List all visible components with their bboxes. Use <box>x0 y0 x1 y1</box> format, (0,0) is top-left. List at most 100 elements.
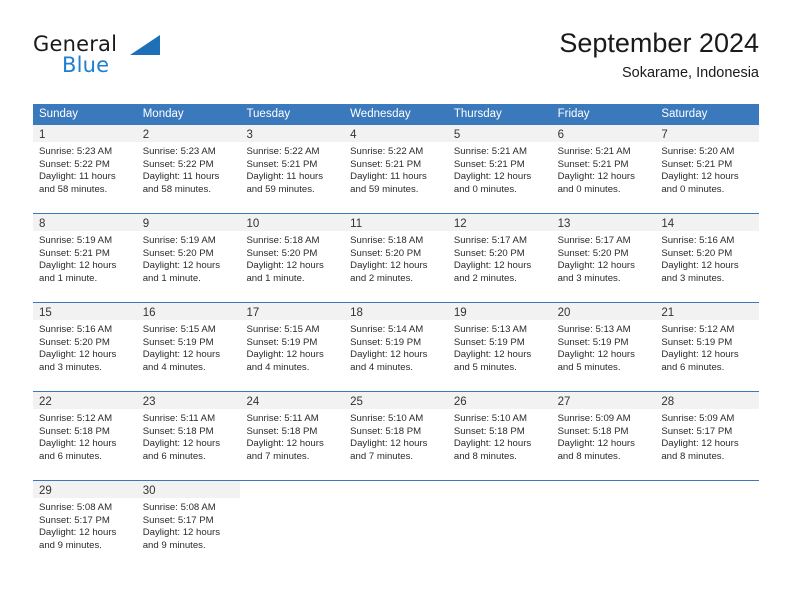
day-details: Sunrise: 5:14 AM Sunset: 5:19 PM Daylight:… <box>344 320 448 374</box>
sunrise-text: Sunrise: 5:21 AM <box>453 146 527 157</box>
daylight-text-line2: and 4 minutes. <box>142 361 206 373</box>
sunset-text: Sunset: 5:21 PM <box>246 158 318 170</box>
day-number: 10 <box>246 218 260 230</box>
day-number-bar <box>655 481 759 498</box>
day-number-bar: 18 <box>344 303 448 320</box>
logo-text-blue: Blue <box>62 53 110 77</box>
day-details: Sunrise: 5:15 AM Sunset: 5:19 PM Daylight:… <box>240 320 344 374</box>
calendar-day-cell[interactable]: 9 Sunrise: 5:19 AM Sunset: 5:20 PM Daylight… <box>136 214 241 302</box>
calendar-day-cell[interactable]: 25 Sunrise: 5:10 AM Sunset: 5:18 PM Dayligh… <box>344 392 448 480</box>
calendar-day-cell[interactable]: 10 Sunrise: 5:18 AM Sunset: 5:20 PM Dayligh… <box>240 214 345 302</box>
day-number: 27 <box>557 396 571 408</box>
calendar-day-cell[interactable]: 30 Sunrise: 5:08 AM Sunset: 5:17 PM Dayligh… <box>136 481 241 569</box>
calendar-day-cell[interactable]: 24 Sunrise: 5:11 AM Sunset: 5:18 PM Dayligh… <box>240 392 345 480</box>
daylight-text-line1: Daylight: 12 hours <box>39 438 117 450</box>
day-number-bar: 21 <box>655 303 760 320</box>
calendar-day-cell[interactable]: 8 Sunrise: 5:19 AM Sunset: 5:21 PM Daylight… <box>33 214 137 302</box>
sunrise-text: Sunrise: 5:10 AM <box>453 413 527 424</box>
day-details: Sunrise: 5:19 AM Sunset: 5:21 PM Daylight:… <box>33 231 137 285</box>
daylight-text-line2: and 4 minutes. <box>350 361 414 373</box>
day-number: 21 <box>661 307 675 319</box>
calendar-day-cell[interactable]: 2 Sunrise: 5:23 AM Sunset: 5:22 PM Daylight… <box>136 125 241 213</box>
daylight-text-line1: Daylight: 12 hours <box>557 260 635 272</box>
sunrise-text: Sunrise: 5:18 AM <box>246 235 320 246</box>
calendar-day-cell[interactable]: 22 Sunrise: 5:12 AM Sunset: 5:18 PM Dayligh… <box>33 392 137 480</box>
day-number-bar: 5 <box>447 125 552 142</box>
sunrise-text: Sunrise: 5:13 AM <box>557 324 631 335</box>
daylight-text-line2: and 2 minutes. <box>350 272 414 284</box>
calendar-day-cell[interactable]: 13 Sunrise: 5:17 AM Sunset: 5:20 PM Dayligh… <box>551 214 656 302</box>
daylight-text-line2: and 6 minutes. <box>39 450 102 462</box>
calendar-day-cell[interactable]: 5 Sunrise: 5:21 AM Sunset: 5:21 PM Daylight… <box>447 125 552 213</box>
daylight-text-line2: and 1 minute. <box>142 272 201 284</box>
day-number-bar <box>344 481 448 498</box>
weekday-header-friday: Friday <box>557 108 590 120</box>
daylight-text-line2: and 8 minutes. <box>661 450 725 462</box>
day-number: 11 <box>350 218 363 230</box>
calendar-day-cell[interactable]: 15 Sunrise: 5:16 AM Sunset: 5:20 PM Dayligh… <box>33 303 137 391</box>
calendar-day-cell[interactable]: 28 Sunrise: 5:09 AM Sunset: 5:17 PM Dayligh… <box>655 392 760 480</box>
day-details: Sunrise: 5:18 AM Sunset: 5:20 PM Daylight:… <box>344 231 448 285</box>
calendar-day-cell[interactable]: 23 Sunrise: 5:11 AM Sunset: 5:18 PM Dayligh… <box>136 392 241 480</box>
day-details: Sunrise: 5:16 AM Sunset: 5:20 PM Daylight:… <box>655 231 759 285</box>
sunset-text: Sunset: 5:17 PM <box>142 514 214 526</box>
sunset-text: Sunset: 5:18 PM <box>350 425 422 437</box>
calendar-empty-cell <box>551 481 656 569</box>
daylight-text-line1: Daylight: 12 hours <box>661 438 739 450</box>
calendar-day-cell[interactable]: 14 Sunrise: 5:16 AM Sunset: 5:20 PM Dayligh… <box>655 214 760 302</box>
calendar-empty-cell <box>655 481 760 569</box>
calendar-grid: Sunday Monday Tuesday Wednesday Thursday Frid… <box>33 104 760 569</box>
daylight-text-line1: Daylight: 11 hours <box>142 171 220 183</box>
daylight-text-line1: Daylight: 12 hours <box>39 260 117 272</box>
calendar-day-cell[interactable]: 3 Sunrise: 5:22 AM Sunset: 5:21 PM Daylight… <box>240 125 345 213</box>
day-number: 20 <box>557 307 571 319</box>
daylight-text-line2: and 3 minutes. <box>39 361 102 373</box>
day-details: Sunrise: 5:08 AM Sunset: 5:17 PM Daylight:… <box>137 498 241 552</box>
daylight-text-line1: Daylight: 12 hours <box>39 349 117 361</box>
calendar-day-cell[interactable]: 27 Sunrise: 5:09 AM Sunset: 5:18 PM Dayligh… <box>551 392 656 480</box>
daylight-text-line1: Daylight: 12 hours <box>142 438 221 450</box>
day-number: 17 <box>246 307 260 319</box>
daylight-text-line2: and 1 minute. <box>39 272 98 284</box>
daylight-text-line2: and 9 minutes. <box>142 539 206 551</box>
sunset-text: Sunset: 5:19 PM <box>661 336 733 348</box>
day-number: 22 <box>39 396 52 408</box>
daylight-text-line2: and 5 minutes. <box>557 361 621 373</box>
calendar-day-cell[interactable]: 4 Sunrise: 5:22 AM Sunset: 5:21 PM Daylight… <box>344 125 448 213</box>
sunset-text: Sunset: 5:21 PM <box>39 247 110 259</box>
calendar-day-cell[interactable]: 17 Sunrise: 5:15 AM Sunset: 5:19 PM Dayligh… <box>240 303 345 391</box>
day-details: Sunrise: 5:11 AM Sunset: 5:18 PM Daylight:… <box>137 409 241 463</box>
calendar-day-cell[interactable]: 26 Sunrise: 5:10 AM Sunset: 5:18 PM Dayligh… <box>447 392 552 480</box>
daylight-text-line1: Daylight: 12 hours <box>142 527 221 539</box>
day-details <box>448 498 552 502</box>
calendar-day-cell[interactable]: 11 Sunrise: 5:18 AM Sunset: 5:20 PM Dayligh… <box>344 214 448 302</box>
calendar-day-cell[interactable]: 7 Sunrise: 5:20 AM Sunset: 5:21 PM Daylight… <box>655 125 760 213</box>
day-number: 7 <box>661 129 668 141</box>
day-number-bar: 1 <box>33 125 137 142</box>
day-number-bar: 23 <box>136 392 241 409</box>
calendar-day-cell[interactable]: 21 Sunrise: 5:12 AM Sunset: 5:19 PM Dayligh… <box>655 303 760 391</box>
sunset-text: Sunset: 5:18 PM <box>142 425 214 437</box>
calendar-day-cell[interactable]: 19 Sunrise: 5:13 AM Sunset: 5:19 PM Dayligh… <box>447 303 552 391</box>
calendar-weeks: 1 Sunrise: 5:23 AM Sunset: 5:22 PM Daylight… <box>33 125 760 569</box>
day-details: Sunrise: 5:17 AM Sunset: 5:20 PM Daylight:… <box>552 231 656 285</box>
day-number: 28 <box>661 396 675 408</box>
day-details: Sunrise: 5:12 AM Sunset: 5:18 PM Daylight:… <box>33 409 137 463</box>
calendar-day-cell[interactable]: 16 Sunrise: 5:15 AM Sunset: 5:19 PM Dayligh… <box>136 303 241 391</box>
calendar-day-cell[interactable]: 29 Sunrise: 5:08 AM Sunset: 5:17 PM Dayligh… <box>33 481 137 569</box>
calendar-day-cell[interactable]: 18 Sunrise: 5:14 AM Sunset: 5:19 PM Dayligh… <box>344 303 448 391</box>
day-number-bar: 25 <box>344 392 448 409</box>
day-details: Sunrise: 5:21 AM Sunset: 5:21 PM Daylight:… <box>552 142 656 196</box>
daylight-text-line1: Daylight: 12 hours <box>350 438 428 450</box>
sunset-text: Sunset: 5:18 PM <box>39 425 110 437</box>
daylight-text-line1: Daylight: 12 hours <box>453 438 532 450</box>
sunrise-text: Sunrise: 5:15 AM <box>142 324 216 335</box>
daylight-text-line2: and 7 minutes. <box>246 450 310 462</box>
sunset-text: Sunset: 5:17 PM <box>661 425 733 437</box>
calendar-day-cell[interactable]: 1 Sunrise: 5:23 AM Sunset: 5:22 PM Daylight… <box>33 125 137 213</box>
calendar-day-cell[interactable]: 6 Sunrise: 5:21 AM Sunset: 5:21 PM Daylight… <box>551 125 656 213</box>
general-blue-logo[interactable]: General Blue <box>33 32 233 88</box>
day-details: Sunrise: 5:22 AM Sunset: 5:21 PM Daylight:… <box>344 142 448 196</box>
calendar-day-cell[interactable]: 12 Sunrise: 5:17 AM Sunset: 5:20 PM Dayligh… <box>447 214 552 302</box>
calendar-day-cell[interactable]: 20 Sunrise: 5:13 AM Sunset: 5:19 PM Dayligh… <box>551 303 656 391</box>
